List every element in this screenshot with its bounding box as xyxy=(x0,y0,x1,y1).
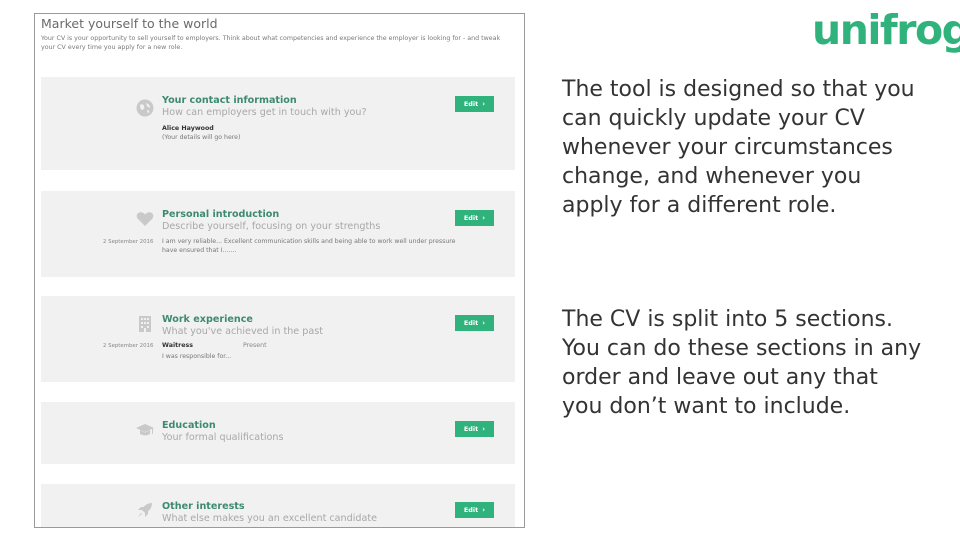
description-paragraph-1: The tool is designed so that you can qui… xyxy=(562,77,922,218)
graduation-cap-icon xyxy=(134,419,156,441)
heart-icon xyxy=(134,208,156,230)
section-title: Work experience xyxy=(162,314,253,325)
panel-title: Market yourself to the world xyxy=(41,16,218,31)
edit-work-experience-button[interactable]: Edit › xyxy=(455,315,494,331)
cv-builder-screenshot: Market yourself to the world Your CV is … xyxy=(34,13,525,528)
job-title: Waitress xyxy=(162,342,194,349)
edit-other-interests-button[interactable]: Edit › xyxy=(455,502,494,518)
edit-label: Edit xyxy=(463,425,479,433)
unifrog-logo: unifrog xyxy=(812,6,960,54)
intro-text: I am very reliable... Excellent communic… xyxy=(162,238,456,254)
section-title: Other interests xyxy=(162,501,245,512)
chevron-right-icon: › xyxy=(482,506,486,514)
edit-introduction-button[interactable]: Edit › xyxy=(455,210,494,226)
section-date: 2 September 2016 xyxy=(103,343,154,349)
edit-education-button[interactable]: Edit › xyxy=(455,421,494,437)
section-title: Personal introduction xyxy=(162,209,280,220)
section-personal-introduction[interactable]: Personal introduction Describe yourself,… xyxy=(41,191,515,277)
contact-note: (Your details will go here) xyxy=(162,134,241,141)
building-icon xyxy=(134,313,156,335)
section-subtitle: Your formal qualifications xyxy=(162,432,284,443)
edit-label: Edit xyxy=(463,319,479,327)
section-subtitle: What else makes you an excellent candida… xyxy=(162,513,378,524)
section-other-interests[interactable]: Other interests What else makes you an e… xyxy=(41,484,515,527)
edit-label: Edit xyxy=(463,214,479,222)
section-work-experience[interactable]: Work experience What you've achieved in … xyxy=(41,296,515,382)
contact-name: Alice Haywood xyxy=(162,125,214,132)
section-education[interactable]: Education Your formal qualifications Edi… xyxy=(41,402,515,464)
edit-contact-button[interactable]: Edit › xyxy=(455,96,494,112)
section-subtitle: Describe yourself, focusing on your stre… xyxy=(162,221,381,232)
chevron-right-icon: › xyxy=(482,319,486,327)
section-subtitle: What you've achieved in the past xyxy=(162,326,323,337)
panel-intro: Your CV is your opportunity to sell your… xyxy=(41,35,501,51)
edit-label: Edit xyxy=(463,100,479,108)
chevron-right-icon: › xyxy=(482,214,486,222)
job-period: Present xyxy=(243,342,267,349)
section-title: Education xyxy=(162,420,216,431)
job-description: I was responsible for... xyxy=(162,353,232,360)
chevron-right-icon: › xyxy=(482,100,486,108)
section-date: 2 September 2016 xyxy=(103,239,154,245)
description-paragraph-2: The CV is split into 5 sections. You can… xyxy=(562,307,929,419)
chevron-right-icon: › xyxy=(482,425,486,433)
globe-icon xyxy=(134,97,156,119)
rocket-icon xyxy=(134,499,156,521)
section-contact-information[interactable]: Your contact information How can employe… xyxy=(41,77,515,170)
section-subtitle: How can employers get in touch with you? xyxy=(162,107,367,118)
section-title: Your contact information xyxy=(162,95,297,106)
edit-label: Edit xyxy=(463,506,479,514)
